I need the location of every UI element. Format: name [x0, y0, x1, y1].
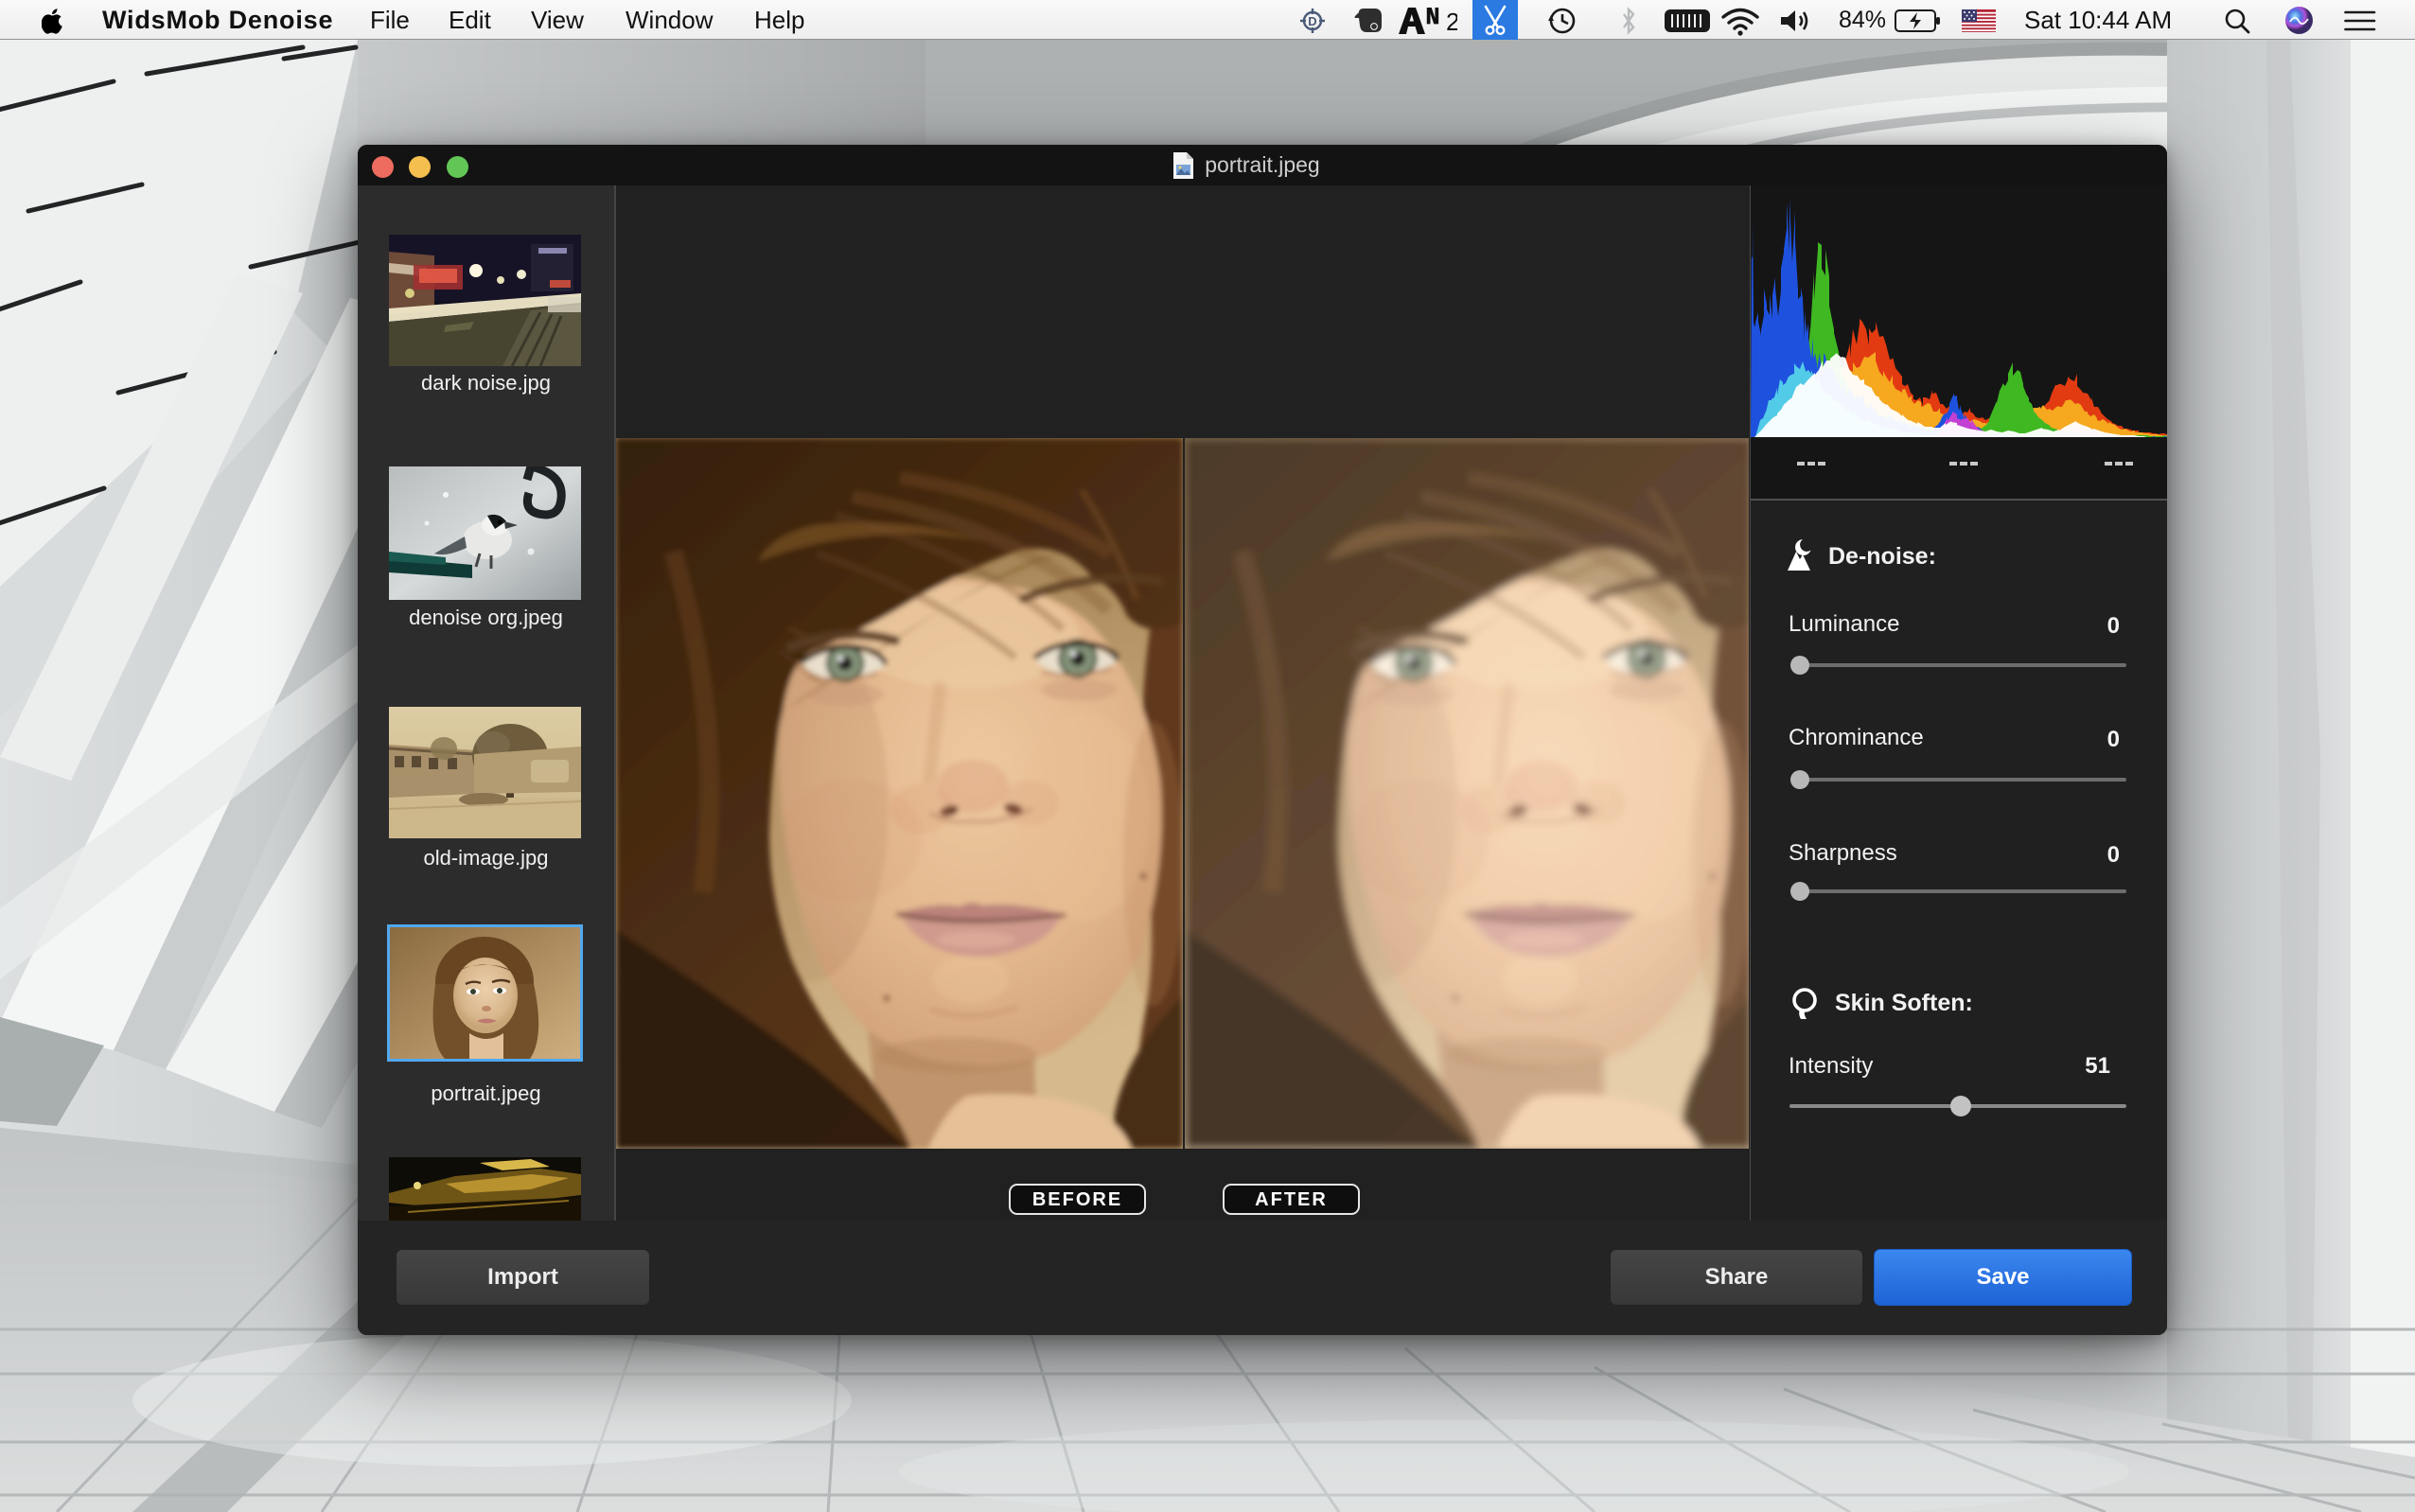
svg-text:D: D: [1308, 14, 1316, 28]
svg-text:2: 2: [1446, 8, 1457, 34]
